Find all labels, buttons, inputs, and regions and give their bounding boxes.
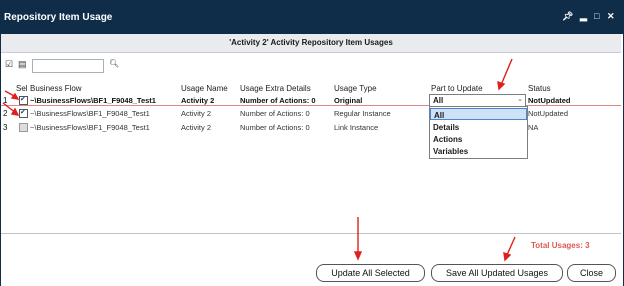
arrow-part-to-update [500,58,513,86]
arrow-save [506,236,516,256]
arrow-head-save [503,251,512,262]
annotation-arrows [2,58,516,262]
arrow-head-update [353,251,363,261]
arrow-head-part [497,80,506,91]
